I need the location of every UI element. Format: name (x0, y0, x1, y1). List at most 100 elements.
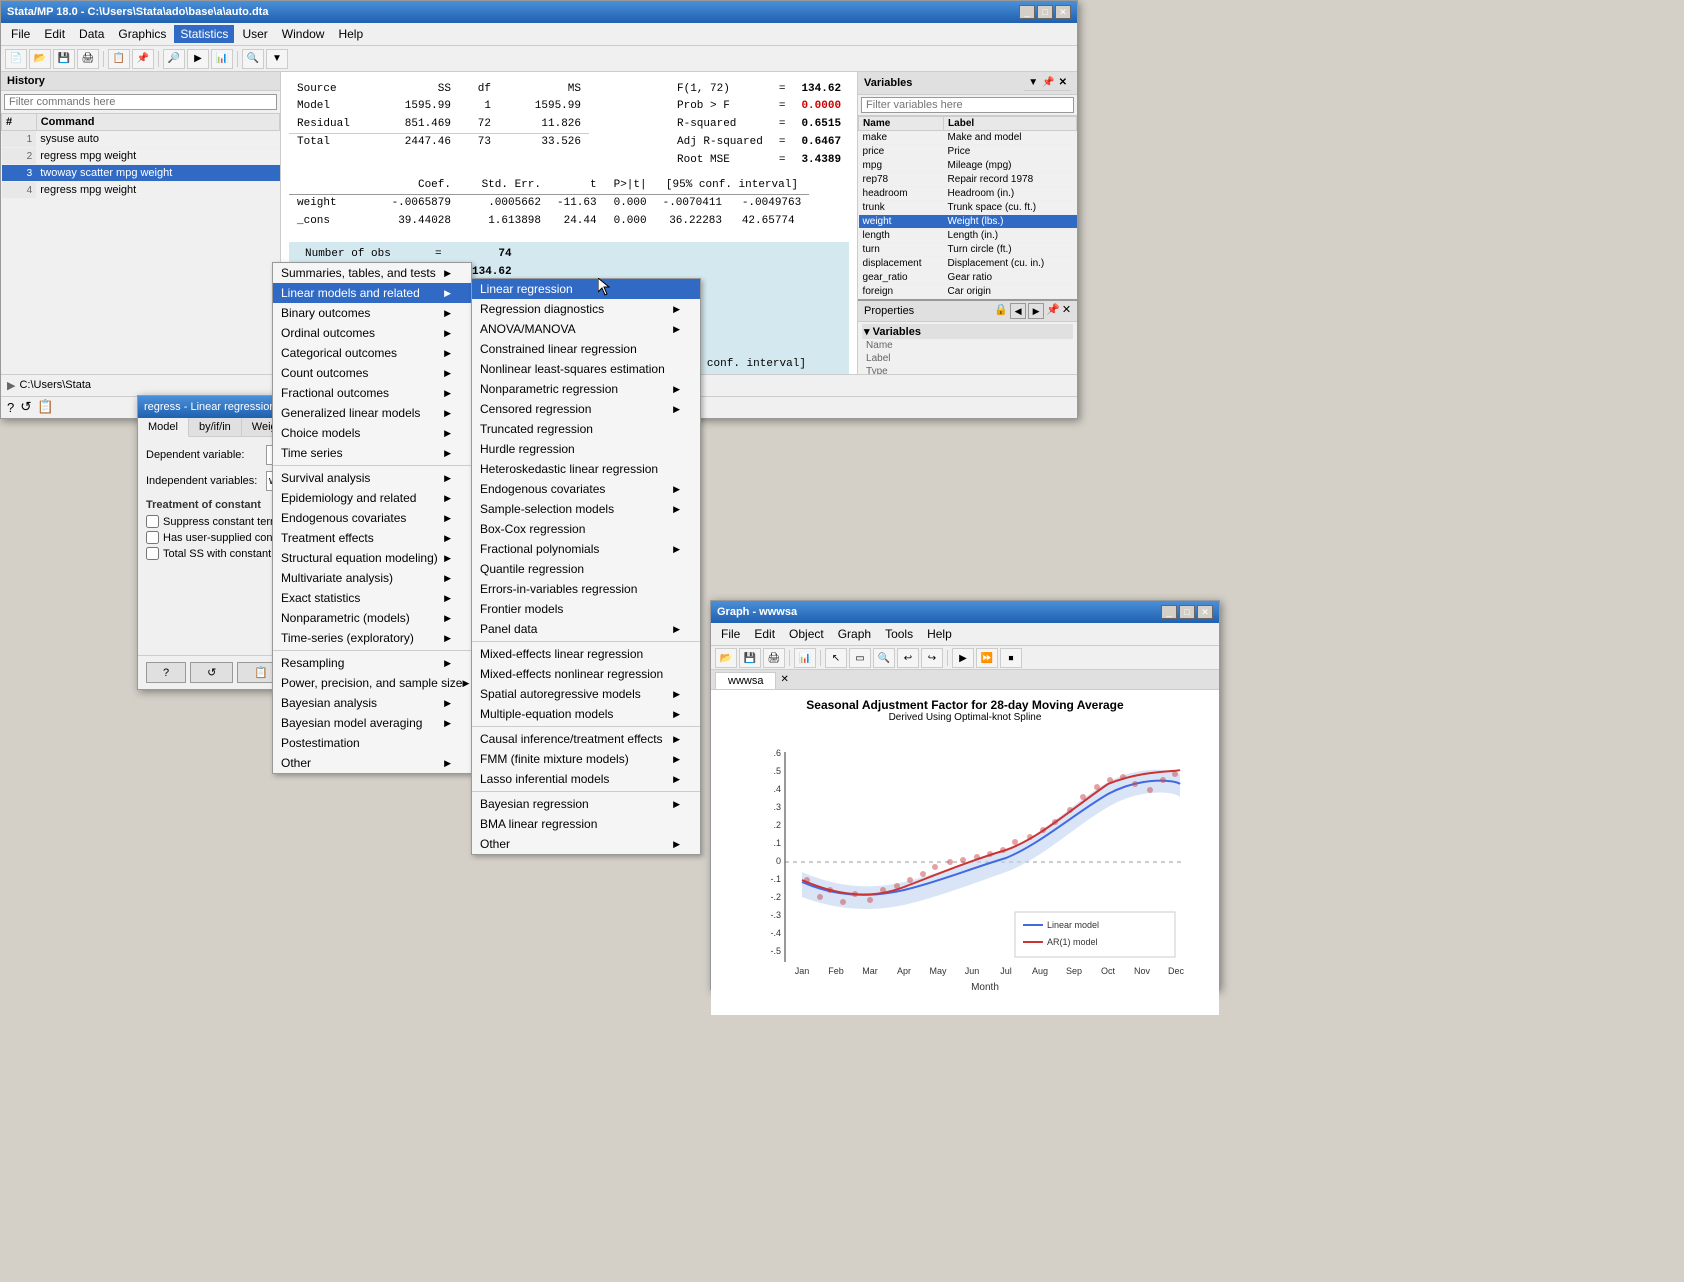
stats-menu-item-nonparam[interactable]: Nonparametric (models) ▶ (273, 608, 471, 628)
menu-edit-stata[interactable]: Edit (38, 25, 71, 43)
tb-stata-open[interactable]: 📂 (29, 49, 51, 69)
lm-causal[interactable]: Causal inference/treatment effects ▶ (472, 729, 700, 749)
stats-menu-item-fractional[interactable]: Fractional outcomes ▶ (273, 383, 471, 403)
sv-row-weight[interactable]: weight Weight (lbs.) (859, 215, 1077, 229)
tb-stata-browser[interactable]: 🔎 (163, 49, 185, 69)
lm-heterosk[interactable]: Heteroskedastic linear regression (472, 459, 700, 479)
stata-vars-close-icon[interactable]: ✕ (1059, 77, 1067, 88)
menu-window-stata[interactable]: Window (276, 25, 331, 43)
menu-file-stata[interactable]: File (5, 25, 36, 43)
stata-win-controls[interactable]: _ □ ✕ (1019, 5, 1071, 19)
history-row-3[interactable]: 3 twoway scatter mpg weight (2, 165, 280, 182)
lm-regression-diagnostics[interactable]: Regression diagnostics ▶ (472, 299, 700, 319)
lm-sample-selection[interactable]: Sample-selection models ▶ (472, 499, 700, 519)
graph-tb-play[interactable]: ▶ (952, 648, 974, 668)
lm-truncated[interactable]: Truncated regression (472, 419, 700, 439)
sv-row-length[interactable]: length Length (in.) (859, 229, 1077, 243)
stats-menu-item-choice[interactable]: Choice models ▶ (273, 423, 471, 443)
stats-menu-item-bayesian[interactable]: Bayesian analysis ▶ (273, 693, 471, 713)
lm-anova[interactable]: ANOVA/MANOVA ▶ (472, 319, 700, 339)
stata-minimize[interactable]: _ (1019, 5, 1035, 19)
graph-menu-help[interactable]: Help (921, 625, 958, 643)
lm-bayesian[interactable]: Bayesian regression ▶ (472, 794, 700, 814)
sv-row-turn[interactable]: turn Turn circle (ft.) (859, 243, 1077, 257)
graph-tb-print[interactable]: 🖨 (763, 648, 785, 668)
sv-row-rep78[interactable]: rep78 Repair record 1978 (859, 173, 1077, 187)
regress-reset-btn[interactable]: ↺ (190, 662, 233, 683)
stats-menu-item-multivariate[interactable]: Multivariate analysis) ▶ (273, 568, 471, 588)
props-variables-section[interactable]: ▾ Variables (862, 324, 1073, 339)
tb-stata-paste[interactable]: 📌 (132, 49, 154, 69)
stats-menu-item-survival[interactable]: Survival analysis ▶ (273, 468, 471, 488)
sv-row-gear_ratio[interactable]: gear_ratio Gear ratio (859, 271, 1077, 285)
sv-row-price[interactable]: price Price (859, 145, 1077, 159)
menu-statistics-stata[interactable]: Statistics (174, 25, 234, 43)
sv-row-foreign[interactable]: foreign Car origin (859, 285, 1077, 299)
lm-other[interactable]: Other ▶ (472, 834, 700, 854)
props-lock-icon[interactable]: 🔒 (994, 303, 1008, 319)
stats-menu-item-endogenous[interactable]: Endogenous covariates ▶ (273, 508, 471, 528)
graph-tb-undo[interactable]: ↩ (897, 648, 919, 668)
sv-col-name[interactable]: Name (859, 117, 944, 131)
cb-user-supplied-input[interactable] (146, 531, 159, 544)
stata-close[interactable]: ✕ (1055, 5, 1071, 19)
graph-tb-cursor[interactable]: ↖ (825, 648, 847, 668)
stats-menu-item-epidemiology[interactable]: Epidemiology and related ▶ (273, 488, 471, 508)
regress-help-btn[interactable]: ? (146, 662, 186, 683)
menu-graphics-stata[interactable]: Graphics (112, 25, 172, 43)
graph-maximize[interactable]: □ (1179, 605, 1195, 619)
lm-lasso[interactable]: Lasso inferential models ▶ (472, 769, 700, 789)
tab-byifin[interactable]: by/if/in (189, 418, 242, 436)
stata-vars-pin-icon[interactable]: 📌 (1042, 77, 1054, 88)
stata-vars-filter-icon[interactable]: ▼ (1028, 77, 1038, 88)
stats-menu-item-sem[interactable]: Structural equation modeling) ▶ (273, 548, 471, 568)
graph-close[interactable]: ✕ (1197, 605, 1213, 619)
tb-stata-save[interactable]: 💾 (53, 49, 75, 69)
graph-menu-object[interactable]: Object (783, 625, 830, 643)
lm-me-nonlinear[interactable]: Mixed-effects nonlinear regression (472, 664, 700, 684)
lm-me-linear[interactable]: Mixed-effects linear regression (472, 644, 700, 664)
stats-menu-item-treatment[interactable]: Treatment effects ▶ (273, 528, 471, 548)
graph-menu-tools[interactable]: Tools (879, 625, 919, 643)
graph-win-controls[interactable]: _ □ ✕ (1161, 605, 1213, 619)
stats-menu-item-resampling[interactable]: Resampling ▶ (273, 653, 471, 673)
lm-fmm[interactable]: FMM (finite mixture models) ▶ (472, 749, 700, 769)
lm-spatial[interactable]: Spatial autoregressive models ▶ (472, 684, 700, 704)
lm-nls[interactable]: Nonlinear least-squares estimation (472, 359, 700, 379)
stats-menu-item-tsexploratory[interactable]: Time-series (exploratory) ▶ (273, 628, 471, 648)
graph-tb-open[interactable]: 📂 (715, 648, 737, 668)
lm-errors-in-vars[interactable]: Errors-in-variables regression (472, 579, 700, 599)
stats-menu-item-other[interactable]: Other ▶ (273, 753, 471, 773)
lm-frontier[interactable]: Frontier models (472, 599, 700, 619)
lm-nonparametric[interactable]: Nonparametric regression ▶ (472, 379, 700, 399)
graph-tb-ff[interactable]: ⏩ (976, 648, 998, 668)
tb-stata-print[interactable]: 🖨 (77, 49, 99, 69)
graph-minimize[interactable]: _ (1161, 605, 1177, 619)
props-pin-icon[interactable]: 📌 (1046, 303, 1060, 319)
graph-tb-save[interactable]: 💾 (739, 648, 761, 668)
tb-stata-copy[interactable]: 📋 (108, 49, 130, 69)
graph-menu-edit[interactable]: Edit (748, 625, 781, 643)
tab-model[interactable]: Model (138, 418, 189, 437)
stata-copy-log-btn[interactable]: 📋 (37, 399, 54, 415)
tb-stata-bar[interactable]: 📊 (211, 49, 233, 69)
lm-panel-data[interactable]: Panel data ▶ (472, 619, 700, 639)
props-next-btn[interactable]: ▶ (1028, 303, 1044, 319)
lm-box-cox[interactable]: Box-Cox regression (472, 519, 700, 539)
stats-menu-item-ordinal[interactable]: Ordinal outcomes ▶ (273, 323, 471, 343)
lm-hurdle[interactable]: Hurdle regression (472, 439, 700, 459)
history-row-4[interactable]: 4 regress mpg weight (2, 182, 280, 199)
tb-stata-filter[interactable]: ▼ (266, 49, 288, 69)
stats-menu-item-bma[interactable]: Bayesian model averaging ▶ (273, 713, 471, 733)
graph-tab-wwwsa[interactable]: wwwsa (715, 672, 776, 689)
stats-menu-item-binary[interactable]: Binary outcomes ▶ (273, 303, 471, 323)
cb-suppress-input[interactable] (146, 515, 159, 528)
lm-bma-linear[interactable]: BMA linear regression (472, 814, 700, 834)
sv-col-label[interactable]: Label (944, 117, 1077, 131)
tb-stata-do[interactable]: ▶ (187, 49, 209, 69)
lm-endogenous[interactable]: Endogenous covariates ▶ (472, 479, 700, 499)
stats-menu-item-count[interactable]: Count outcomes ▶ (273, 363, 471, 383)
graph-tb-stop[interactable]: ⏹ (1000, 648, 1022, 668)
graph-menu-graph[interactable]: Graph (832, 625, 877, 643)
sv-row-displacement[interactable]: displacement Displacement (cu. in.) (859, 257, 1077, 271)
